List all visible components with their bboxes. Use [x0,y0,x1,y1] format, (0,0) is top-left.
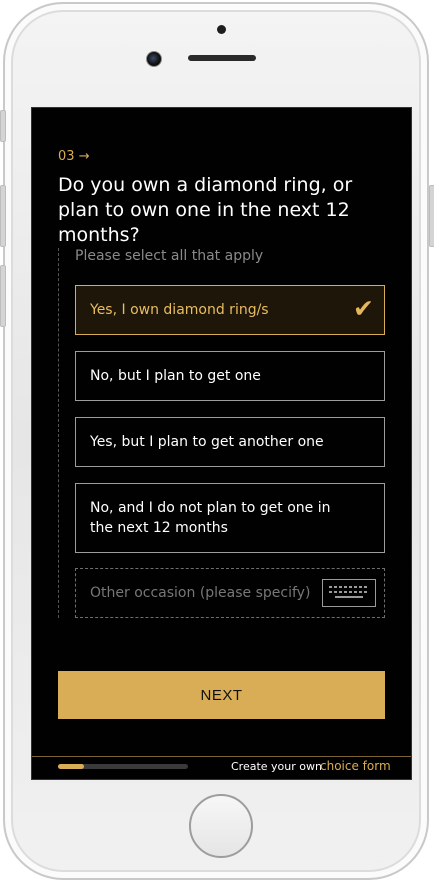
phone-frame: 03 → Do you own a diamond ring, or plan … [3,2,429,880]
mute-switch [0,110,6,142]
step-indicator: 03 → [58,149,90,164]
volume-down-button [0,265,6,327]
front-camera-icon [146,51,162,67]
option-label: Yes, but I plan to get another one [90,434,324,450]
option-label: Yes, I own diamond ring/s [90,302,269,318]
option-no-plan[interactable]: No, and I do not plan to get one in the … [75,483,385,553]
option-plan-another[interactable]: Yes, but I plan to get another one [75,417,385,467]
proximity-sensor [217,25,226,34]
brand-link[interactable]: choice form [320,759,391,773]
question-rail [58,248,59,618]
step-number: 03 [58,149,75,164]
arrow-right-icon: → [78,149,90,164]
next-button[interactable]: NEXT [58,671,385,719]
option-own-ring[interactable]: Yes, I own diamond ring/s ✔ [75,285,385,335]
progress-fill [58,764,84,769]
progress-bar [58,764,188,769]
other-placeholder: Other occasion (please specify) [90,585,311,601]
question-title: Do you own a diamond ring, or plan to ow… [58,174,353,246]
option-label: No, but I plan to get one [90,368,261,384]
select-hint: Please select all that apply [75,248,264,264]
option-plan-to-get[interactable]: No, but I plan to get one [75,351,385,401]
volume-up-button [0,185,6,247]
footer-divider [32,756,411,757]
app-screen: 03 → Do you own a diamond ring, or plan … [31,107,412,780]
keyboard-icon [322,579,376,607]
earpiece-speaker [188,55,256,61]
power-button [429,185,434,247]
other-occasion-input[interactable]: Other occasion (please specify) [75,568,385,618]
checkmark-icon: ✔ [353,294,374,323]
brand-prefix: Create your own [231,760,322,773]
option-label: No, and I do not plan to get one in the … [90,500,331,536]
home-button[interactable] [189,794,253,858]
